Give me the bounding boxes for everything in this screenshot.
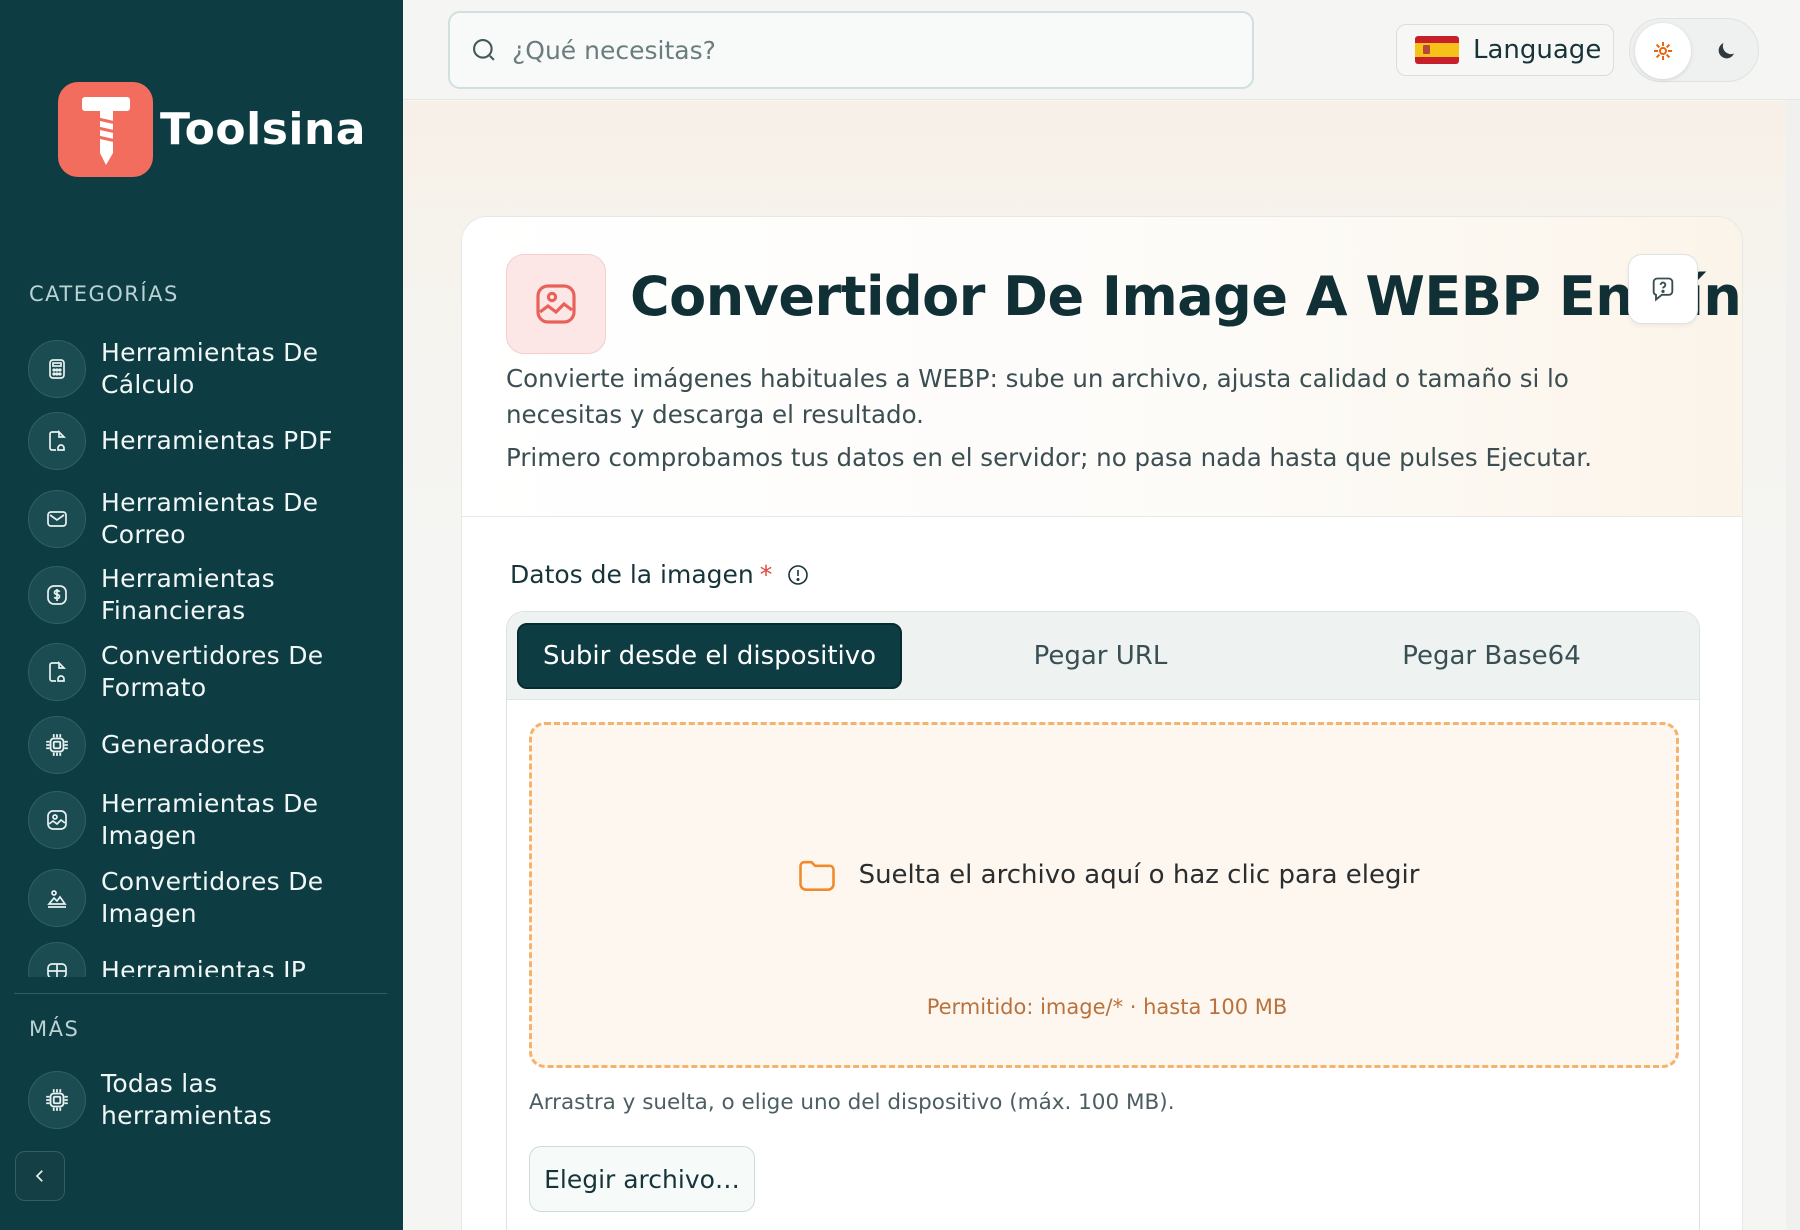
sidebar-item-label: Herramientas PDF	[101, 426, 333, 455]
page-title: Convertidor De Image A WEBP En Línea	[630, 265, 1743, 328]
sidebar-item-financieras[interactable]: Herramientas Financieras	[28, 563, 388, 627]
image-convert-icon	[28, 869, 86, 927]
help-button[interactable]	[1628, 254, 1698, 324]
format-icon	[28, 643, 86, 701]
tool-note: Primero comprobamos tus datos en el serv…	[506, 443, 1593, 472]
top-bar: Language	[403, 0, 1800, 100]
language-label: Language	[1473, 35, 1602, 65]
theme-toggle[interactable]	[1629, 18, 1759, 82]
sidebar-item-convertidores-imagen[interactable]: Convertidores De Imagen	[28, 866, 388, 930]
mail-icon	[28, 490, 86, 548]
image-data-label: Datos de la imagen *	[510, 560, 810, 589]
tool-description: Convierte imágenes habituales a WEBP: su…	[506, 364, 1569, 429]
sidebar-item-todas[interactable]: Todas las herramientas	[28, 1068, 388, 1132]
info-icon[interactable]	[786, 563, 810, 587]
categories-heading: CATEGORÍAS	[29, 282, 179, 306]
sidebar-item-label: Generadores	[101, 730, 266, 759]
sidebar-item-label: Convertidores De Formato	[101, 641, 324, 702]
logo-icon	[58, 82, 153, 177]
sidebar-item-label: Todas las herramientas	[101, 1069, 272, 1130]
scrollbar[interactable]	[1786, 100, 1800, 1230]
sun-icon[interactable]	[1635, 23, 1691, 79]
required-mark: *	[759, 560, 773, 589]
brand-name: Toolsina	[160, 104, 366, 155]
upload-hint: Arrastra y suelta, o elige uno del dispo…	[529, 1090, 1175, 1115]
moon-icon[interactable]	[1710, 35, 1742, 67]
dropzone-allowed: Permitido: image/* · hasta 100 MB	[926, 995, 1288, 1019]
collapse-sidebar-button[interactable]	[15, 1151, 65, 1201]
input-tabs: Subir desde el dispositivo Pegar URL Peg…	[507, 612, 1699, 700]
language-button[interactable]: Language	[1396, 24, 1614, 76]
spain-flag-icon	[1415, 36, 1459, 64]
network-icon	[28, 942, 86, 977]
image-icon	[506, 254, 606, 354]
input-panel: Subir desde el dispositivo Pegar URL Peg…	[506, 611, 1700, 1230]
sidebar-item-label: Herramientas De Correo	[101, 488, 319, 549]
dropzone-text: Suelta el archivo aquí o haz clic para e…	[858, 860, 1420, 890]
sidebar-item-label: Herramientas De Imagen	[101, 789, 319, 850]
tool-card: Convertidor De Image A WEBP En Línea Con…	[461, 216, 1743, 1230]
sidebar-item-generadores[interactable]: Generadores	[28, 716, 388, 774]
sidebar-item-formato[interactable]: Convertidores De Formato	[28, 640, 388, 704]
sidebar-item-ip[interactable]: Herramientas IP	[28, 942, 388, 977]
search-box[interactable]	[448, 11, 1254, 89]
dollar-icon	[28, 566, 86, 624]
tab-paste-url[interactable]: Pegar URL	[908, 623, 1293, 689]
tab-paste-base64[interactable]: Pegar Base64	[1299, 623, 1684, 689]
sidebar-item-label: Herramientas IP	[101, 956, 307, 977]
sidebar-item-calculo[interactable]: Herramientas De Cálculo	[28, 337, 388, 401]
field-label-text: Datos de la imagen	[510, 560, 754, 589]
file-dropzone[interactable]: Suelta el archivo aquí o haz clic para e…	[529, 722, 1679, 1068]
category-nav: Herramientas De Cálculo Herramientas PDF…	[0, 322, 403, 977]
chip-icon	[28, 716, 86, 774]
sidebar: Toolsina CATEGORÍAS Herramientas De Cálc…	[0, 0, 403, 1230]
sidebar-item-imagen[interactable]: Herramientas De Imagen	[28, 788, 388, 852]
folder-icon	[798, 860, 835, 891]
chip-icon	[28, 1071, 86, 1129]
chevron-left-icon	[35, 1170, 43, 1182]
pdf-icon	[28, 412, 86, 470]
tool-header: Convertidor De Image A WEBP En Línea Con…	[462, 217, 1743, 517]
sidebar-item-pdf[interactable]: Herramientas PDF	[28, 412, 388, 470]
sidebar-item-label: Herramientas Financieras	[101, 564, 275, 625]
more-heading: MÁS	[29, 1017, 80, 1041]
sidebar-item-correo[interactable]: Herramientas De Correo	[28, 487, 388, 551]
search-input[interactable]	[512, 35, 1212, 65]
sidebar-divider	[14, 993, 387, 994]
choose-file-button[interactable]: Elegir archivo…	[529, 1146, 755, 1212]
tab-upload-device[interactable]: Subir desde el dispositivo	[517, 623, 902, 689]
sidebar-item-label: Herramientas De Cálculo	[101, 338, 319, 399]
logo[interactable]: Toolsina	[58, 82, 366, 177]
image-icon	[28, 791, 86, 849]
sidebar-item-label: Convertidores De Imagen	[101, 867, 324, 928]
dropzone-prompt: Suelta el archivo aquí o haz clic para e…	[532, 853, 1682, 897]
help-chat-icon	[1652, 277, 1674, 302]
calculator-icon	[28, 340, 86, 398]
search-icon	[473, 39, 495, 61]
